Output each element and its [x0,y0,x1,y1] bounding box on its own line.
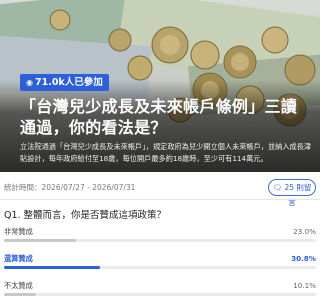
comment-icon: 🗨 [272,183,283,192]
option-bar-fill [4,266,101,269]
option-percent: 30.8% [291,254,316,263]
option-bar-track [4,266,316,269]
comments-label: 25 則留言 [284,183,312,207]
poll-question: Q1. 整體而言，你是否贊成這項政策？ [4,210,167,221]
option-label: 不太贊成 [4,281,33,290]
option-bar-track [4,293,316,296]
option-percent: 23.0% [293,227,316,236]
divider [0,199,320,200]
participants-badge: ◉ 71.0k人已參加 [20,74,109,91]
option-bar-fill [4,293,36,296]
option-bar-track [4,239,316,242]
option-bar-fill [4,239,76,242]
participants-count: 71.0k人已參加 [34,77,103,88]
option-percent: 10.1% [293,281,316,290]
date-range: 統計時間：2026/07/27 - 2026/07/31 [4,183,136,192]
option-label: 還算贊成 [4,254,33,263]
post-description: 立法院通過「台灣兒少成長及未來帳戶」，規定政府為兒少開立個人未來帳戶，並納入成長… [20,142,312,163]
meta-bar: 統計時間：2026/07/27 - 2026/07/31 🗨 25 則留言 [0,178,320,207]
comments-button[interactable]: 🗨 25 則留言 [268,179,316,207]
option-label: 非常贊成 [4,227,33,236]
post-title: 「台灣兒少成長及未來帳戶條例」三讀通過，你的看法是？ [20,97,298,137]
hero-image: ◉ 71.0k人已參加 「台灣兒少成長及未來帳戶條例」三讀通過，你的看法是？ 立… [0,0,320,172]
eye-icon: ◉ [26,78,33,87]
